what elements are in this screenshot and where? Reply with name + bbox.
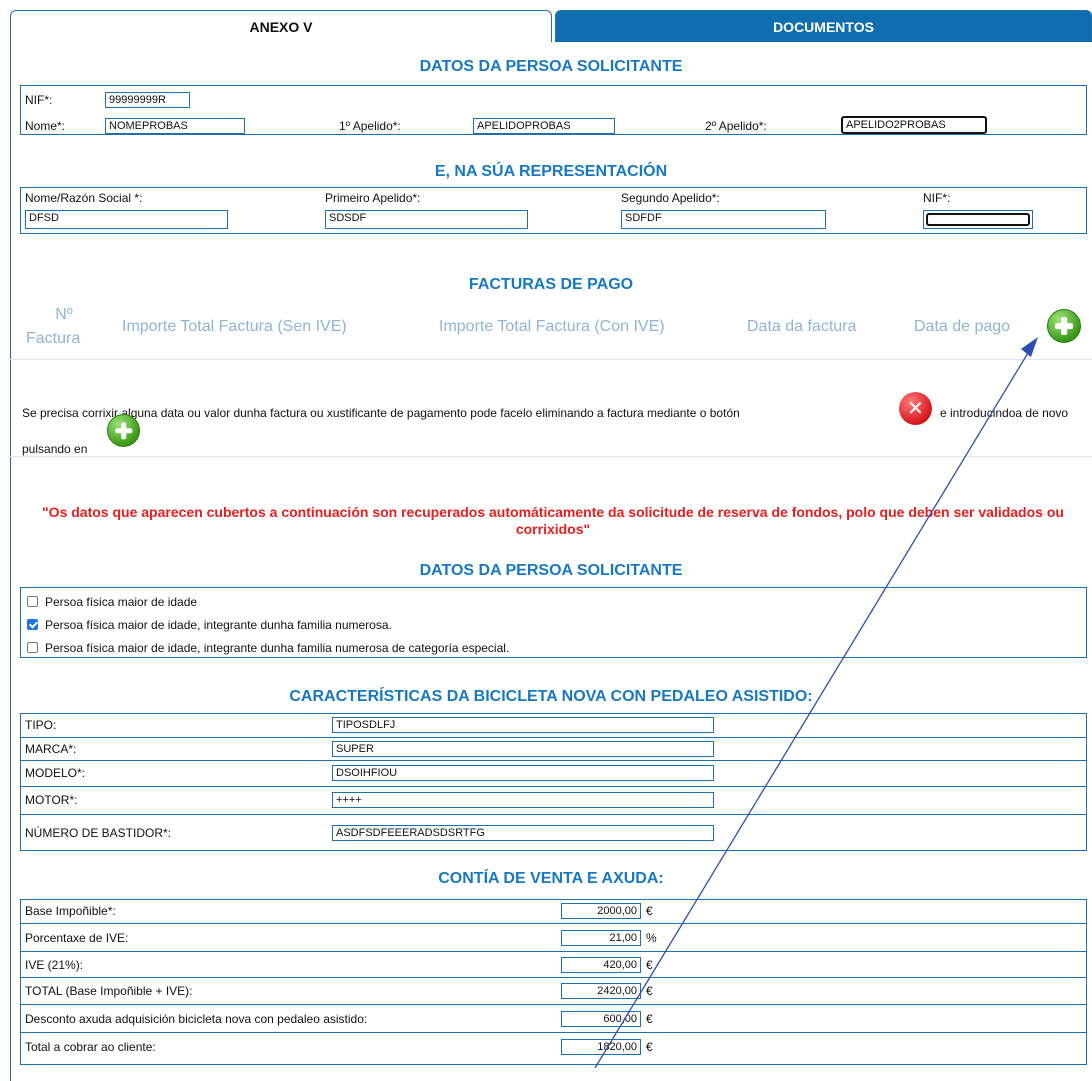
arrow-head	[1021, 337, 1038, 357]
arrow-line	[594, 342, 1035, 1068]
annotation-arrow	[594, 337, 1038, 1068]
